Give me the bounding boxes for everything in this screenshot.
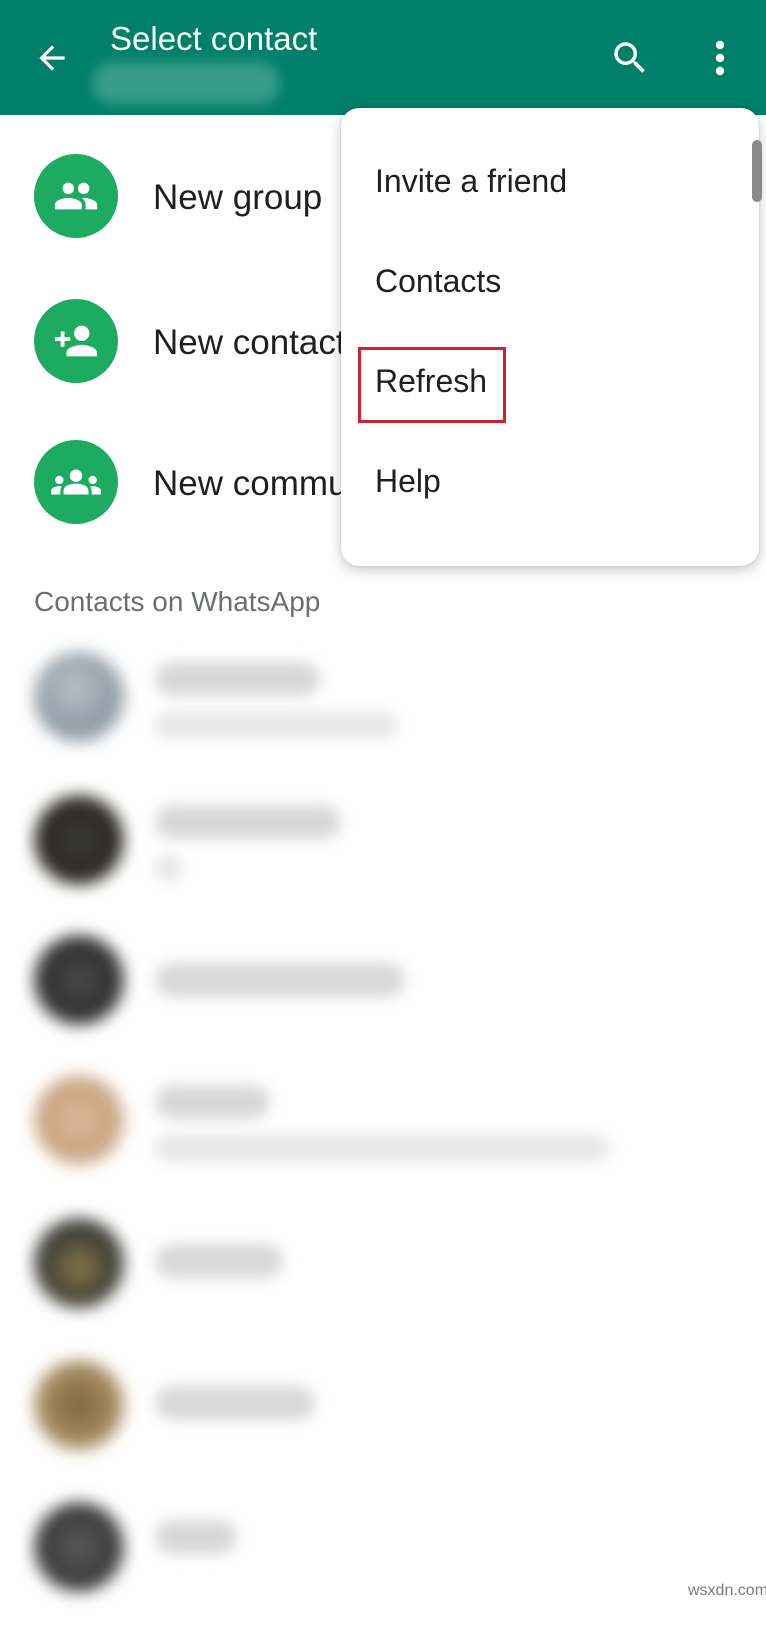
section-header: Contacts on WhatsApp (34, 586, 321, 617)
contact-row[interactable] (0, 1208, 766, 1348)
contact-name (155, 1244, 283, 1278)
contact-row[interactable] (0, 1065, 766, 1205)
avatar (34, 1075, 124, 1165)
avatar (34, 1502, 124, 1592)
menu-item-label: Contacts (375, 263, 502, 299)
arrow-back-icon[interactable] (28, 34, 76, 82)
watermark: wsxdn.com (688, 1582, 766, 1599)
menu-item-invite-a-friend[interactable]: Invite a friend (341, 133, 759, 233)
avatar (34, 652, 124, 742)
community-icon (34, 440, 118, 524)
new-group-label: New group (153, 178, 323, 217)
new-contact-label: New contact (153, 323, 346, 362)
contact-count-subtitle (92, 62, 280, 104)
avatar (34, 1218, 124, 1308)
contact-status (155, 712, 397, 738)
menu-item-help[interactable]: Help (341, 433, 759, 533)
menu-item-label: Help (375, 463, 441, 499)
contact-name (155, 662, 320, 696)
search-icon[interactable] (604, 32, 656, 84)
menu-item-refresh[interactable]: Refresh (341, 333, 759, 433)
avatar (34, 1360, 124, 1450)
contact-row[interactable] (0, 642, 766, 782)
group-icon (34, 154, 118, 238)
menu-item-label: Refresh (375, 363, 488, 399)
contact-row[interactable] (0, 1350, 766, 1490)
contact-status (155, 855, 183, 881)
menu-item-contacts[interactable]: Contacts (341, 233, 759, 333)
scrollbar-thumb[interactable] (752, 140, 762, 202)
contact-name (155, 963, 405, 997)
person-add-icon (34, 299, 118, 383)
overflow-menu: Invite a friend Contacts Refresh Help (341, 108, 759, 566)
contact-name (155, 805, 341, 839)
contact-row[interactable] (0, 925, 766, 1065)
contact-name (155, 1520, 237, 1554)
contact-name (155, 1386, 315, 1420)
contact-row[interactable] (0, 1492, 766, 1632)
app-bar: Select contact (0, 0, 766, 115)
menu-item-label: Invite a friend (375, 163, 568, 199)
contact-status (155, 1135, 610, 1161)
avatar (34, 795, 124, 885)
contact-name (155, 1085, 270, 1119)
more-vert-icon[interactable] (700, 32, 740, 84)
avatar (34, 935, 124, 1025)
page-title: Select contact (110, 20, 318, 57)
contact-row[interactable] (0, 785, 766, 925)
